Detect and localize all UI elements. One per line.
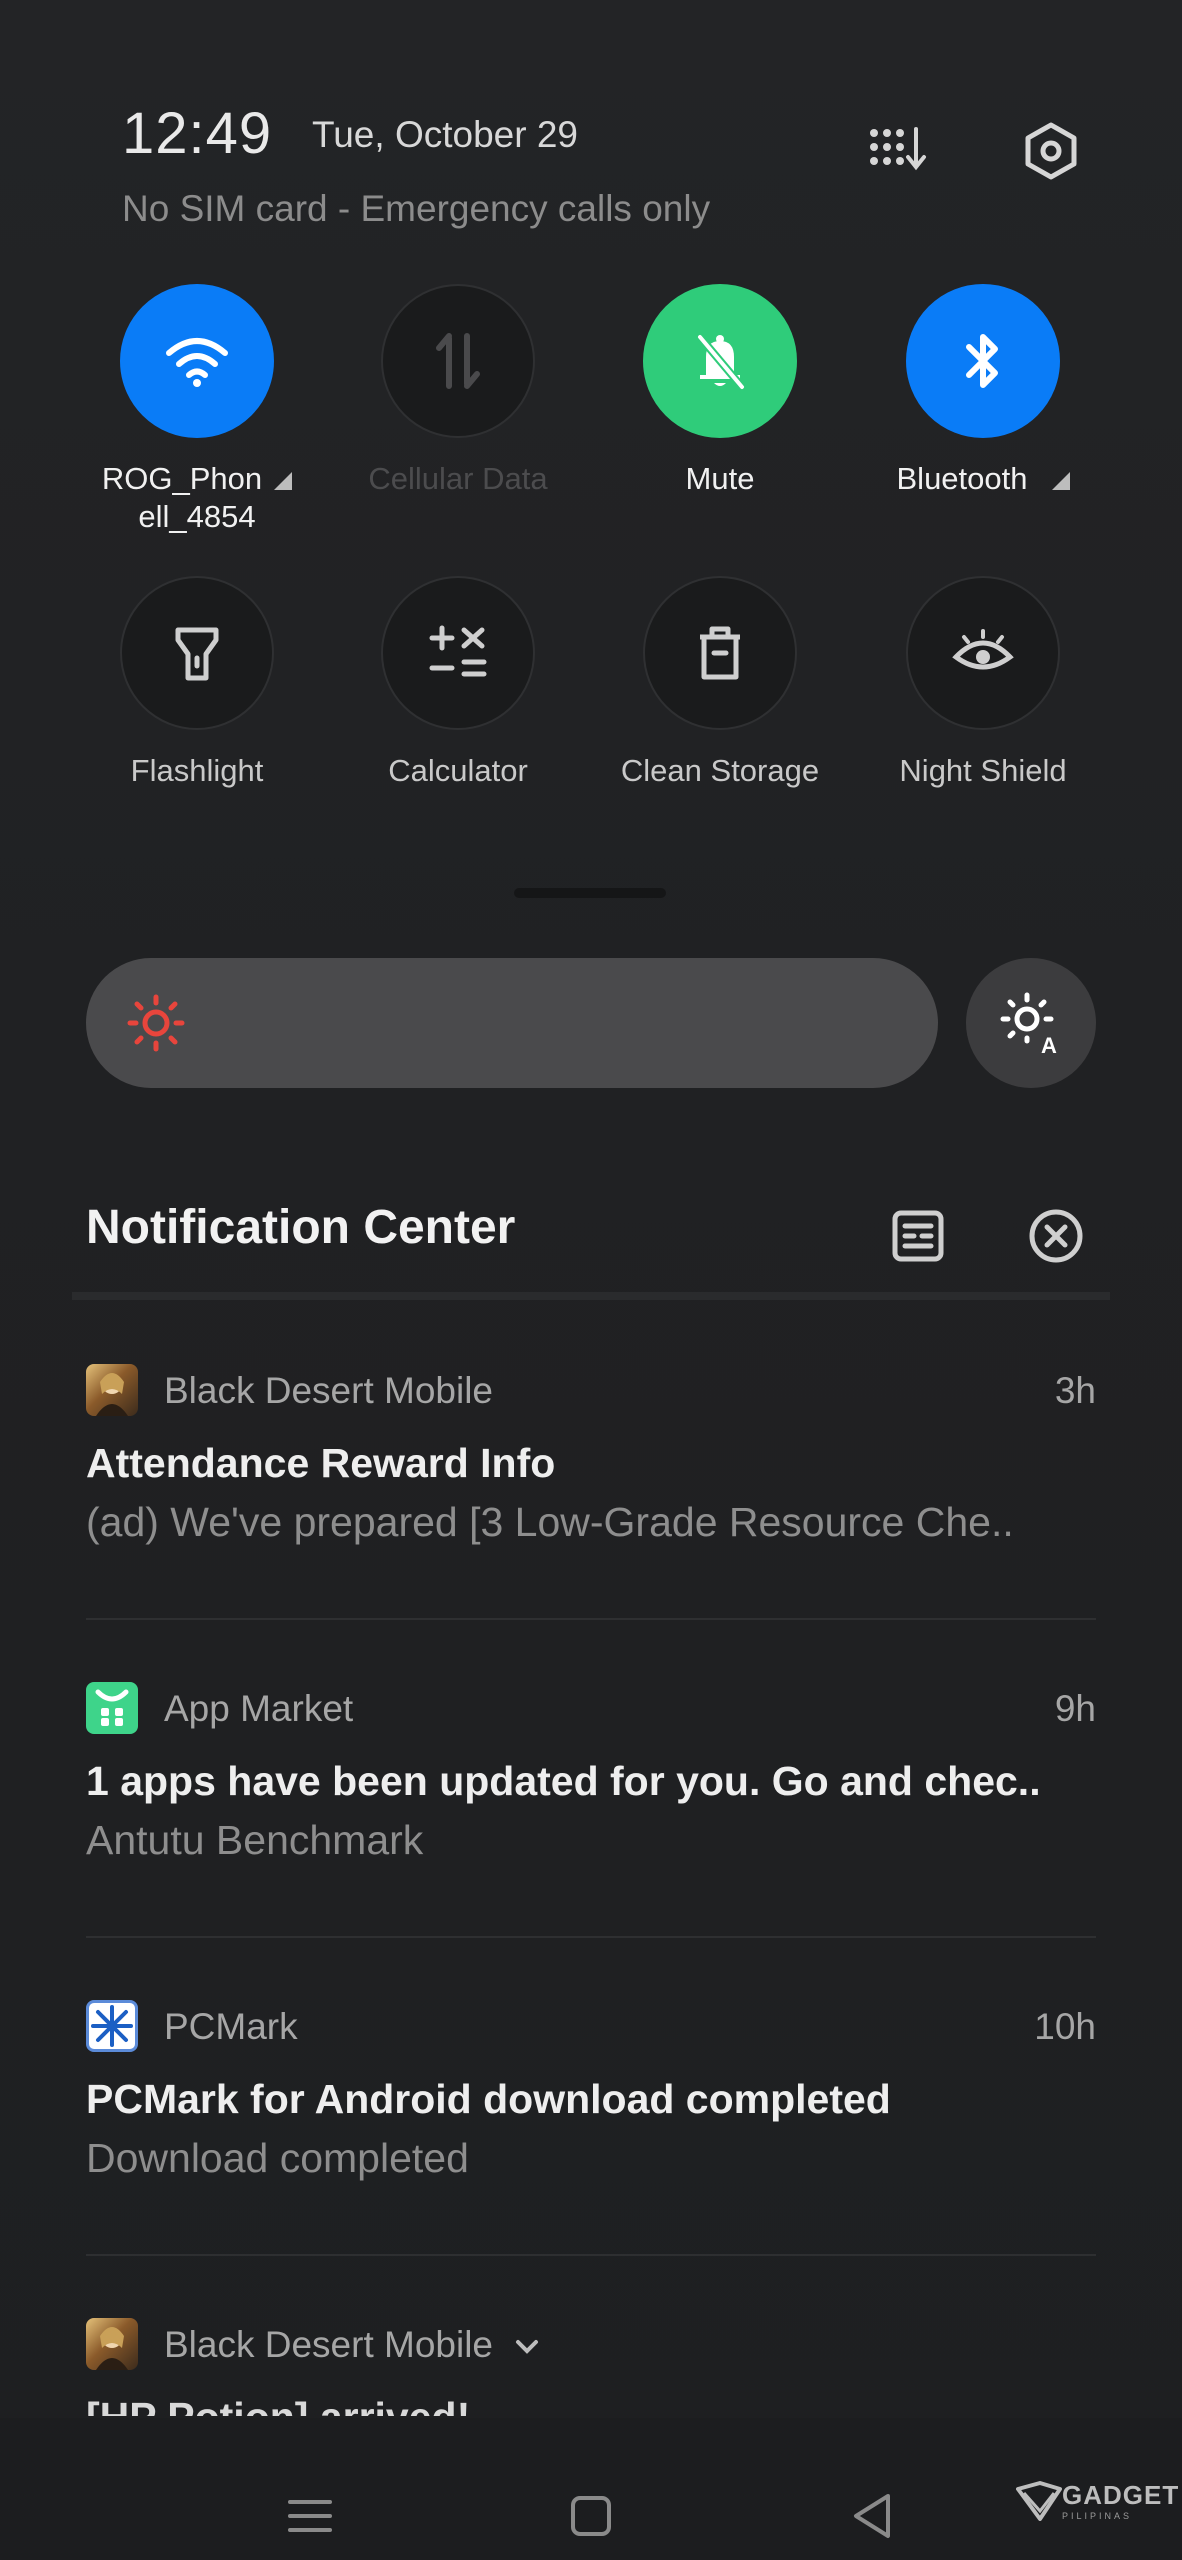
settings-hexagon-icon[interactable]	[1016, 116, 1086, 186]
tile-label: Clean Storage	[620, 753, 820, 788]
bluetooth-icon[interactable]	[906, 284, 1060, 438]
bell-off-icon[interactable]	[643, 284, 797, 438]
tile-label: Mute	[685, 461, 755, 496]
manage-notifications-icon[interactable]	[886, 1204, 950, 1268]
notification-shade: 12:49 Tue, October 29 No SIM card - Emer…	[0, 0, 1182, 2560]
tile-mute[interactable]: Mute	[589, 284, 851, 498]
auto-brightness-icon: A	[1000, 992, 1057, 1055]
back-triangle-icon	[854, 2494, 890, 2538]
back-button[interactable]	[832, 2476, 912, 2556]
watermark-text: GADGET	[1062, 2480, 1180, 2510]
tile-label: Cellular Data	[368, 461, 548, 496]
watermark-subtext: PILIPINAS	[1062, 2511, 1133, 2521]
recents-button[interactable]	[270, 2476, 350, 2556]
divider	[86, 2254, 1096, 2256]
notification-time: 9h	[1054, 1688, 1096, 1729]
tile-clean-storage[interactable]: Clean Storage	[589, 576, 851, 790]
tile-label: ROG_Phon ell_4854	[66, 460, 328, 536]
tile-label: Night Shield	[899, 753, 1067, 788]
notification-body: Download completed	[86, 2135, 469, 2181]
clock[interactable]: 12:49	[122, 100, 272, 167]
notification-card[interactable]: Black Desert Mobile 3h Attendance Reward…	[86, 1364, 1096, 1546]
flashlight-icon[interactable]	[120, 576, 274, 730]
calculator-icon[interactable]	[381, 576, 535, 730]
wifi-icon[interactable]	[120, 284, 274, 438]
app-name: Black Desert Mobile	[164, 2324, 539, 2366]
chevron-down-icon[interactable]	[515, 2339, 539, 2355]
black-desert-app-icon	[86, 1364, 138, 1416]
pcmark-app-icon	[86, 2000, 138, 2052]
brightness-slider[interactable]	[86, 958, 938, 1088]
date[interactable]: Tue, October 29	[312, 114, 578, 156]
tile-flashlight[interactable]: Flashlight	[66, 576, 328, 790]
notification-body: (ad) We've prepared [3 Low-Grade Resourc…	[86, 1499, 1014, 1545]
notification-body: Antutu Benchmark	[86, 1817, 424, 1863]
sim-status: No SIM card - Emergency calls only	[122, 188, 711, 229]
notification-card[interactable]: App Market 9h 1 apps have been updated f…	[86, 1682, 1096, 1864]
divider	[86, 1936, 1096, 1938]
expand-triangle-icon[interactable]	[1051, 472, 1070, 490]
drag-handle[interactable]	[514, 888, 666, 898]
expand-triangle-icon[interactable]	[274, 472, 293, 490]
data-arrows-icon[interactable]	[381, 284, 535, 438]
notification-time: 10h	[1034, 2006, 1096, 2047]
notification-title: [HP Potion] arrived!	[86, 2390, 470, 2416]
tile-label: Bluetooth	[852, 460, 1114, 498]
home-square-icon	[571, 2496, 611, 2536]
tile-cellular-data[interactable]: Cellular Data	[327, 284, 589, 498]
notification-title: PCMark for Android download completed	[86, 2076, 891, 2122]
trash-icon[interactable]	[643, 576, 797, 730]
tile-calculator[interactable]: Calculator	[327, 576, 589, 790]
sun-icon	[126, 993, 186, 1053]
notification-title: 1 apps have been updated for you. Go and…	[86, 1758, 1041, 1804]
eye-icon[interactable]	[906, 576, 1060, 730]
divider	[86, 1618, 1096, 1620]
watermark: GADGET PILIPINAS	[1016, 2480, 1179, 2521]
clear-all-icon[interactable]	[1024, 1204, 1088, 1268]
app-name: Black Desert Mobile	[164, 1370, 494, 1411]
tile-bluetooth[interactable]: Bluetooth	[852, 284, 1114, 498]
divider	[72, 1292, 1110, 1300]
notification-time: 3h	[1054, 1370, 1096, 1411]
app-market-icon	[86, 1682, 138, 1734]
gadget-pilipinas-logo-icon	[1016, 2480, 1062, 2521]
tile-grid-edit-icon[interactable]	[864, 116, 934, 186]
notification-card[interactable]: Black Desert Mobile	[86, 2318, 1096, 2372]
tile-label: Calculator	[388, 753, 528, 788]
home-button[interactable]	[551, 2476, 631, 2556]
app-name: PCMark	[164, 2006, 298, 2047]
black-desert-app-icon	[86, 2318, 138, 2370]
tile-night-shield[interactable]: Night Shield	[852, 576, 1114, 790]
app-name: App Market	[164, 1688, 354, 1729]
tile-label: Flashlight	[130, 753, 264, 788]
notification-card[interactable]: PCMark 10h PCMark for Android download c…	[86, 2000, 1096, 2182]
auto-brightness-button[interactable]: A	[966, 958, 1096, 1088]
tile-wifi[interactable]: ROG_Phon ell_4854	[66, 284, 328, 536]
notification-center-title: Notification Center	[86, 1201, 516, 1254]
menu-icon	[288, 2500, 332, 2532]
notification-title: Attendance Reward Info	[86, 1440, 556, 1486]
svg-text:A: A	[1041, 1033, 1057, 1055]
